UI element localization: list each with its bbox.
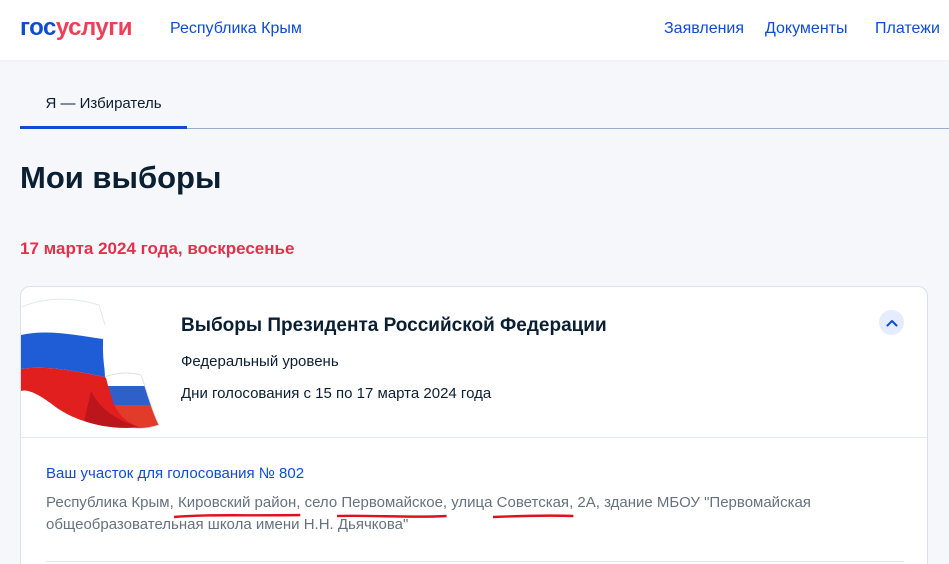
section-divider [46,561,904,562]
logo-part-gos: гос [20,14,56,41]
red-underline-annotation [173,513,301,519]
chevron-up-icon [886,319,897,326]
polling-station-link[interactable]: Ваш участок для голосования № 802 [46,465,304,483]
red-underline-annotation [337,514,448,518]
nav-payments[interactable]: Платежи [875,20,940,38]
address-district-text: Кировский район [177,494,297,511]
election-level: Федеральный уровень [181,353,339,370]
polling-station-address: Республика Крым, Кировский район, село П… [46,492,906,536]
election-card: Выборы Президента Российской Федерации Ф… [20,286,928,564]
gosuslugi-logo[interactable]: госуслуги [20,14,133,42]
address-district: Кировский район [173,492,301,519]
logo-part-uslugi: услуги [55,14,133,41]
page-title: Мои выборы [20,160,222,195]
top-header: госуслуги Республика Крым Заявления Доку… [0,0,949,60]
address-street: Советская [492,492,574,519]
nav-documents[interactable]: Документы [765,20,847,38]
red-underline-annotation [492,514,574,519]
region-selector[interactable]: Республика Крым [170,20,302,38]
address-village: Первомайское [337,492,448,518]
card-divider [21,437,927,438]
address-part: , село [296,494,342,511]
collapse-button[interactable] [879,310,904,335]
russian-flag-icon [21,298,160,429]
address-street-text: Советская [496,494,570,511]
address-part: , улица [442,494,497,511]
address-village-text: Первомайское [341,494,443,511]
tab-bar: Я — Избиратель [20,92,949,129]
tab-voter[interactable]: Я — Избиратель [20,92,187,129]
election-title: Выборы Президента Российской Федерации [181,315,607,336]
election-date: 17 марта 2024 года, воскресенье [20,239,295,258]
address-part: Республика Крым, [46,494,178,511]
voting-days: Дни голосования с 15 по 17 марта 2024 го… [181,385,492,402]
nav-applications[interactable]: Заявления [664,20,744,38]
